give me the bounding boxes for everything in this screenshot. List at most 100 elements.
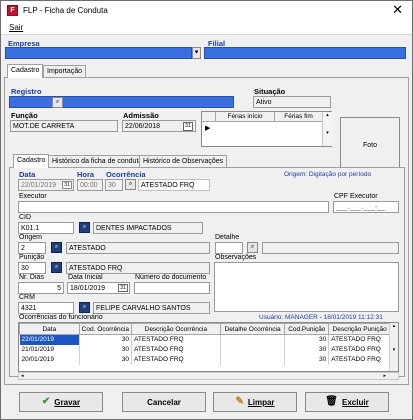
tab-cadastro-main[interactable]: Cadastro — [7, 64, 44, 78]
col-cod-ocorrencia[interactable]: Cod. Ocorrência — [78, 323, 132, 335]
filial-select[interactable] — [204, 47, 406, 59]
crm-label: CRM — [19, 294, 35, 301]
trash-icon: 🗑 — [325, 396, 338, 407]
origem-label: Origem — [19, 234, 42, 241]
data-inicial-label: Data Inicial — [68, 274, 103, 281]
ocorrencia-search-icon[interactable]: ⌕ — [125, 179, 136, 190]
cell-detalhe-ocorrencia — [220, 334, 286, 345]
hora-label: Hora — [77, 170, 95, 179]
cell-detalhe-ocorrencia — [220, 344, 286, 355]
crm-name: FELIPE CARVALHO SANTOS — [93, 302, 210, 314]
punicao-search-icon[interactable]: ⌕ — [51, 262, 62, 273]
data-label: Data — [19, 170, 36, 179]
cancelar-label: Cancelar — [147, 397, 181, 407]
origem-digitacao-text: Origem: Digitação por período — [284, 171, 372, 178]
executor-field[interactable] — [18, 201, 329, 213]
registro-search-icon[interactable]: ⌕ — [52, 97, 63, 108]
col-detalhe-ocorrencia[interactable]: Detalhe Ocorrência — [219, 323, 286, 335]
cid-search-icon[interactable]: ⌕ — [79, 222, 90, 233]
ocorrencia-code-field[interactable]: 30 — [105, 179, 123, 191]
cid-label: CID — [19, 214, 32, 221]
window-title: FLP - Ficha de Conduta — [23, 6, 108, 15]
cell-cod-ocorrencia: 30 — [79, 354, 132, 365]
menu-bar: Sair — [1, 21, 412, 35]
nr-dias-label: Nr. Dias — [19, 274, 44, 281]
punicao-code-field[interactable]: 30 — [18, 262, 46, 274]
observacoes-label: Observações — [215, 254, 257, 261]
title-bar: F FLP - Ficha de Conduta ✕ — [1, 1, 412, 21]
calendar-icon[interactable]: 31 — [183, 122, 193, 131]
close-icon[interactable]: ✕ — [392, 3, 403, 17]
app-logo-icon: F — [7, 5, 18, 16]
crm-search-icon[interactable]: ⌕ — [79, 302, 90, 313]
excluir-button[interactable]: 🗑 Excluir — [305, 392, 389, 412]
limpar-label: Limpar — [247, 397, 275, 407]
gravar-label: Gravar — [54, 397, 81, 407]
data-inicial-calendar-icon[interactable]: 31 — [118, 284, 128, 292]
funcao-label: Função — [11, 111, 38, 120]
registro-label: Registro — [11, 87, 42, 96]
data-calendar-icon[interactable]: 31 — [62, 181, 72, 189]
ocorrencia-label: Ocorrência — [106, 170, 146, 179]
col-descricao-punicao[interactable]: Descrição Punição — [328, 323, 391, 335]
cpf-executor-field[interactable]: ___.___.___-__ — [333, 201, 399, 213]
ferias-scrollbar[interactable]: ▴ ▾ — [322, 112, 332, 146]
cell-data: 21/01/2019 — [19, 344, 80, 355]
admissao-label: Admissão — [123, 111, 159, 120]
detalhe-code-field[interactable] — [215, 242, 243, 254]
ocorrencias-grid: Data Cod. Ocorrência Descrição Ocorrênci… — [18, 322, 399, 372]
ocorrencias-label: Ocorrências do funcionário — [19, 314, 103, 321]
detalhe-label: Detalhe — [215, 234, 240, 241]
numero-documento-field[interactable] — [134, 282, 210, 294]
cell-descricao-punicao: ATESTADO FRQ — [328, 334, 391, 345]
cid-code-field[interactable]: K01.1 — [18, 222, 74, 234]
excluir-label: Excluir — [342, 397, 369, 407]
cell-descricao-ocorrencia: ATESTADO FRQ — [131, 334, 221, 345]
ferias-inicio-header: Férias início — [216, 112, 275, 122]
numero-documento-label: Número do documento — [135, 274, 207, 281]
col-descricao-ocorrencia[interactable]: Descrição Ocorrência — [130, 323, 221, 335]
empresa-select[interactable] — [5, 47, 192, 59]
cell-cod-ocorrencia: 30 — [79, 344, 132, 355]
cell-data: 20/01/2019 — [19, 354, 80, 365]
grid-vertical-scrollbar[interactable]: ▴ ▾ — [389, 323, 398, 371]
origem-code-field[interactable]: 2 — [18, 242, 46, 254]
crm-code-field[interactable]: 4321 — [18, 302, 74, 314]
cell-detalhe-ocorrencia — [220, 354, 286, 365]
funcao-field: MOT.DE CARRETA — [10, 120, 118, 132]
hora-field[interactable]: 00:00 — [77, 179, 103, 191]
detalhe-desc — [262, 242, 399, 254]
menu-sair[interactable]: Sair — [9, 23, 23, 32]
cell-cod-ocorrencia: 30 — [79, 334, 132, 345]
cell-descricao-ocorrencia: ATESTADO FRQ — [131, 344, 221, 355]
ferias-corner — [202, 112, 216, 122]
detalhe-search-icon[interactable]: ⌕ — [247, 242, 258, 253]
cell-descricao-punicao: ATESTADO FRQ — [328, 354, 391, 365]
cell-cod-punicao: 30 — [284, 344, 330, 355]
table-row[interactable]: 21/01/2019 30 ATESTADO FRQ 30 ATESTADO F… — [19, 344, 391, 355]
table-row[interactable]: 22/01/2019 30 ATESTADO FRQ 30 ATESTADO F… — [19, 334, 391, 345]
limpar-button[interactable]: ✎ Limpar — [213, 392, 297, 412]
punicao-label: Punição — [19, 254, 45, 261]
gravar-button[interactable]: ✔ Gravar — [19, 392, 103, 412]
ferias-fim-header: Férias fim — [275, 112, 322, 122]
cell-cod-punicao: 30 — [284, 334, 330, 345]
registro-field[interactable] — [9, 96, 234, 108]
executor-label: Executor — [19, 193, 47, 200]
situacao-label: Situação — [254, 87, 286, 96]
cell-data: 22/01/2019 — [19, 334, 80, 345]
observacoes-textarea[interactable] — [214, 262, 399, 312]
grid-horizontal-scrollbar[interactable]: ◂ ▸ — [18, 372, 399, 380]
checkmark-icon: ✔ — [41, 396, 51, 407]
foto-box[interactable]: Foto — [340, 117, 400, 173]
cell-cod-punicao: 30 — [284, 354, 330, 365]
table-row[interactable]: 20/01/2019 30 ATESTADO FRQ 30 ATESTADO F… — [19, 354, 391, 365]
row-indicator-icon: ▶ — [205, 125, 211, 132]
col-data[interactable]: Data — [19, 323, 80, 335]
empresa-dropdown-button[interactable]: ▾ — [192, 47, 201, 59]
nr-dias-field[interactable]: 5 — [18, 282, 64, 294]
tab-cadastro-sub[interactable]: Cadastro — [13, 154, 50, 168]
col-cod-punicao[interactable]: Cod.Punição — [284, 323, 330, 335]
origem-search-icon[interactable]: ⌕ — [51, 242, 62, 253]
cancelar-button[interactable]: Cancelar — [122, 392, 206, 412]
